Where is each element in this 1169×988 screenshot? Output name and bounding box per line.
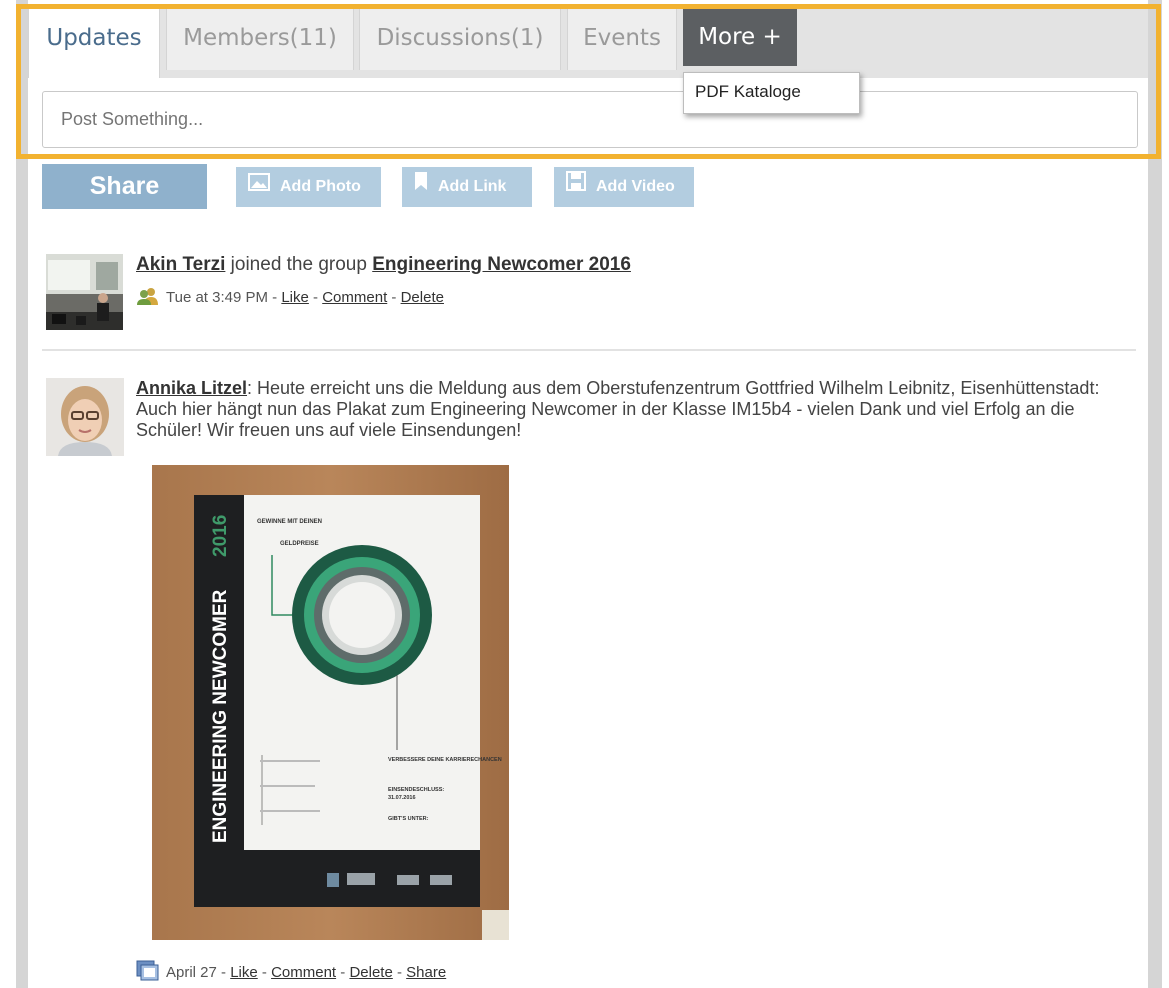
delete-link[interactable]: Delete — [349, 964, 392, 981]
feed-item-1-meta: Tue at 3:49 PM - Like - Comment - Delete — [136, 286, 444, 310]
poster-line-6: GIBT'S UNTER: — [388, 816, 429, 822]
poster-line-4: EINSENDESCHLUSS: — [388, 787, 444, 793]
feed-item-1-text: Akin Terzi joined the group Engineering … — [136, 254, 631, 275]
feed-item-1-timestamp: Tue at 3:49 PM — [166, 288, 268, 306]
avatar-akin-terzi[interactable] — [46, 254, 123, 330]
author-link-annika-litzel[interactable]: Annika Litzel — [136, 378, 247, 398]
poster-year: 2016 — [210, 515, 231, 557]
add-video-button[interactable]: Add Video — [554, 167, 694, 207]
feed-item-2-timestamp: April 27 — [166, 963, 217, 981]
photo-icon — [248, 167, 270, 207]
tab-more[interactable]: More + — [683, 8, 797, 66]
add-photo-button[interactable]: Add Photo — [236, 167, 381, 207]
tab-events[interactable]: Events — [567, 8, 677, 70]
feed-divider — [42, 349, 1136, 351]
bookmark-icon — [414, 167, 428, 207]
share-link[interactable]: Share — [406, 964, 446, 981]
like-link[interactable]: Like — [230, 964, 258, 981]
post-photo[interactable]: ENGINEERING NEWCOMER 2016 GEWINNE MIT DE… — [152, 465, 509, 940]
poster-line-3: VERBESSERE DEINE KARRIERECHANCEN — [388, 757, 502, 763]
comment-link[interactable]: Comment — [271, 964, 336, 981]
author-link-akin-terzi[interactable]: Akin Terzi — [136, 254, 225, 275]
left-frame — [16, 0, 28, 988]
avatar-annika-litzel[interactable] — [46, 378, 124, 456]
poster-line-2: GELDPREISE — [280, 541, 319, 547]
film-icon — [566, 167, 586, 207]
tab-members[interactable]: Members(11) — [166, 8, 354, 70]
feed-item-2-meta: April 27 - Like - Comment - Delete - Sha… — [136, 960, 446, 986]
add-photo-label: Add Photo — [280, 178, 361, 196]
add-link-label: Add Link — [438, 178, 507, 196]
post-body-text: : Heute erreicht uns die Meldung aus dem… — [136, 378, 1100, 440]
poster-title: ENGINEERING NEWCOMER — [210, 589, 231, 843]
delete-link[interactable]: Delete — [401, 289, 444, 306]
like-link[interactable]: Like — [281, 289, 309, 306]
more-dropdown-item-pdf-kataloge[interactable]: PDF Kataloge — [683, 72, 860, 114]
feed-item-2-text: Annika Litzel: Heute erreicht uns die Me… — [136, 378, 1136, 441]
join-action-text: joined the group — [225, 254, 373, 275]
right-frame — [1148, 0, 1162, 988]
group-link[interactable]: Engineering Newcomer 2016 — [372, 254, 631, 275]
add-link-button[interactable]: Add Link — [402, 167, 532, 207]
tab-updates[interactable]: Updates — [28, 8, 160, 78]
poster-line-1: GEWINNE MIT DEINEN — [257, 519, 322, 525]
poster-line-5: 31.07.2016 — [388, 795, 416, 801]
post-something-input[interactable] — [42, 91, 1138, 148]
photo-album-icon — [136, 960, 160, 986]
add-video-label: Add Video — [596, 178, 675, 196]
group-members-icon — [136, 286, 160, 310]
tab-discussions[interactable]: Discussions(1) — [359, 8, 561, 70]
share-button[interactable]: Share — [42, 164, 207, 209]
comment-link[interactable]: Comment — [322, 289, 387, 306]
